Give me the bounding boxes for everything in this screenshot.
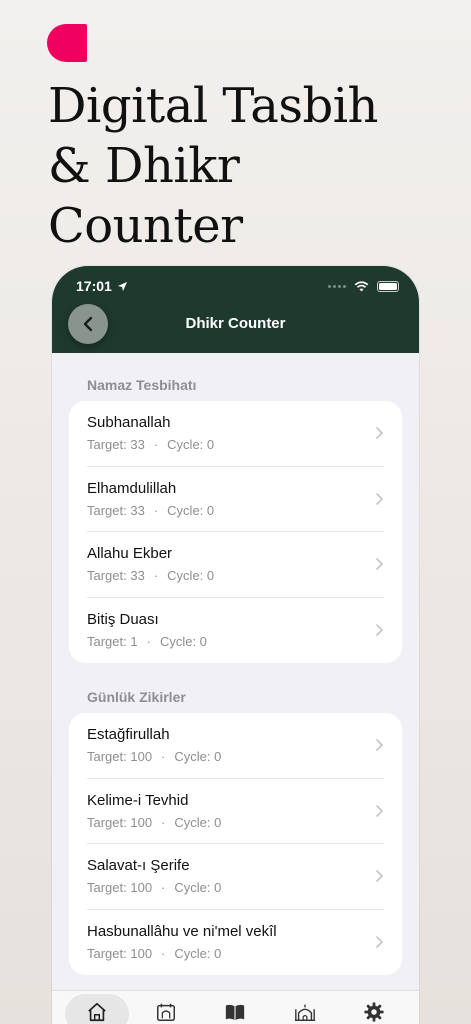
wifi-icon (354, 280, 369, 292)
dhikr-row-elhamdulillah[interactable]: Elhamdulillah Target: 33 · Cycle: 0 (87, 467, 384, 532)
dhikr-list-namaz: Subhanallah Target: 33 · Cycle: 0 Elhamdul… (69, 401, 402, 663)
chevron-right-icon (376, 558, 384, 571)
dhikr-title: Bitiş Duası (87, 611, 159, 629)
chevron-right-icon (376, 936, 384, 949)
calendar-mosque-icon (157, 1003, 176, 1021)
home-icon (87, 1002, 106, 1022)
book-icon (226, 1004, 245, 1021)
dhikr-cycle: Cycle: 0 (167, 502, 215, 518)
tab-mosque[interactable] (274, 991, 336, 1024)
tab-home[interactable] (64, 991, 129, 1024)
dhikr-target: Target: 100 (87, 814, 153, 830)
dhikr-target: Target: 33 (87, 437, 145, 453)
chevron-right-icon (376, 739, 384, 752)
dhikr-target: Target: 100 (87, 946, 153, 962)
dhikr-target: Target: 33 (87, 502, 145, 518)
status-bar: 17:01 (76, 277, 399, 295)
chevron-right-icon (376, 870, 384, 883)
signal-dots-icon (328, 284, 346, 288)
dhikr-title: Kelime-i Tevhid (87, 791, 189, 809)
separator-dot: · (161, 946, 166, 962)
dhikr-row-hasbunallahu[interactable]: Hasbunallâhu ve ni'mel vekîl Target: 100… (87, 910, 384, 976)
chevron-right-icon (376, 804, 384, 817)
status-time: 17:01 (76, 278, 112, 294)
dhikr-row-salavat[interactable]: Salavat-ı Şerife Target: 100 · Cycle: 0 (87, 844, 384, 910)
tab-book[interactable] (204, 991, 266, 1024)
dhikr-cycle: Cycle: 0 (174, 749, 222, 765)
promo-headline: Digital Tasbih & Dhikr Counter (48, 76, 448, 256)
dhikr-target: Target: 100 (87, 749, 153, 765)
dhikr-row-allahu-ekber[interactable]: Allahu Ekber Target: 33 · Cycle: 0 (87, 532, 384, 598)
dhikr-row-bitis-duasi[interactable]: Bitiş Duası Target: 1 · Cycle: 0 (87, 598, 384, 664)
separator-dot: · (161, 880, 166, 896)
chevron-right-icon (376, 427, 384, 440)
dhikr-cycle: Cycle: 0 (174, 880, 222, 896)
separator-dot: · (146, 634, 151, 650)
tab-settings[interactable] (343, 991, 405, 1024)
dhikr-row-estagfirullah[interactable]: Estağfirullah Target: 100 · Cycle: 0 (87, 713, 384, 779)
gear-icon (364, 1002, 384, 1022)
separator-dot: · (153, 437, 159, 453)
headline-line-1: Digital Tasbih (48, 78, 378, 134)
section-header-namaz: Namaz Tesbihatı (87, 377, 197, 393)
dhikr-title: Estağfirullah (87, 726, 170, 744)
dhikr-title: Allahu Ekber (87, 545, 173, 563)
dhikr-cycle: Cycle: 0 (167, 568, 215, 584)
dhikr-row-subhanallah[interactable]: Subhanallah Target: 33 · Cycle: 0 (87, 401, 384, 467)
dhikr-target: Target: 33 (87, 568, 145, 584)
dhikr-list-gunluk: Estağfirullah Target: 100 · Cycle: 0 Kelim… (69, 713, 402, 975)
dhikr-title: Salavat-ı Şerife (87, 857, 190, 875)
separator-dot: · (161, 814, 166, 830)
dhikr-target: Target: 1 (87, 634, 138, 650)
phone-screen: 17:01 Dhikr Counter Namaz Tesbihatı Subh… (52, 266, 419, 1024)
dhikr-title: Hasbunallâhu ve ni'mel vekîl (87, 923, 277, 941)
mosque-icon (294, 1004, 315, 1021)
headline-line-2: & Dhikr (48, 138, 240, 194)
dhikr-cycle: Cycle: 0 (159, 634, 207, 650)
dhikr-cycle: Cycle: 0 (167, 437, 215, 453)
separator-dot: · (153, 502, 159, 518)
dhikr-title: Subhanallah (87, 414, 171, 432)
separator-dot: · (153, 568, 159, 584)
battery-icon (377, 280, 399, 292)
headline-line-3: Counter (48, 198, 243, 254)
tab-bar (52, 990, 419, 1024)
chevron-right-icon (376, 624, 384, 637)
section-header-gunluk: Günlük Zikirler (87, 689, 186, 705)
separator-dot: · (161, 749, 166, 765)
nav-title: Dhikr Counter (185, 315, 286, 332)
dhikr-title: Elhamdulillah (87, 479, 177, 497)
dhikr-cycle: Cycle: 0 (174, 946, 222, 962)
tab-prayer-calendar[interactable] (135, 991, 197, 1024)
navigation-bar: 17:01 Dhikr Counter (52, 266, 419, 353)
brand-logo-mark (47, 24, 87, 62)
dhikr-row-kelime-i-tevhid[interactable]: Kelime-i Tevhid Target: 100 · Cycle: 0 (87, 779, 384, 844)
dhikr-target: Target: 100 (87, 880, 153, 896)
chevron-right-icon (376, 492, 384, 505)
location-arrow-icon (117, 281, 127, 291)
dhikr-cycle: Cycle: 0 (174, 814, 222, 830)
